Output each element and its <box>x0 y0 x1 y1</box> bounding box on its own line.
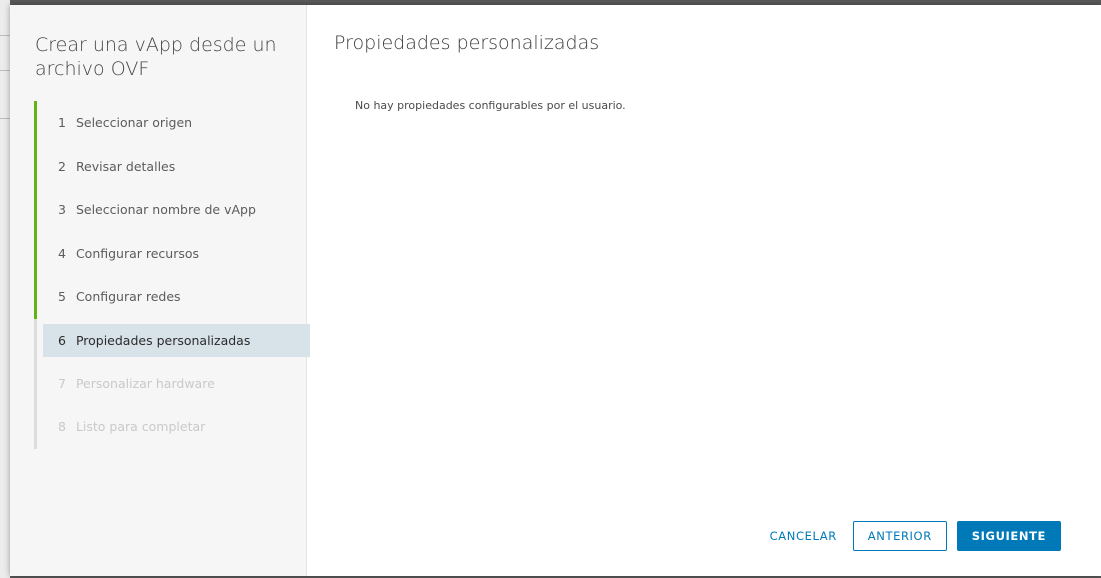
step-number: 8 <box>58 419 66 434</box>
wizard-step-2[interactable]: 2 Revisar detalles <box>34 144 310 189</box>
step-number: 7 <box>58 375 66 391</box>
wizard-footer: CANCELAR ANTERIOR SIGUIENTE <box>764 521 1061 551</box>
wizard-step-5[interactable]: 5 Configurar redes <box>34 275 310 319</box>
step-number: 6 <box>58 332 66 348</box>
wizard-content: Propiedades personalizadas No hay propie… <box>307 5 1101 576</box>
step-number: 4 <box>58 245 66 261</box>
wizard-step-8: 8 Listo para completar <box>37 405 310 449</box>
step-number: 2 <box>58 158 66 174</box>
empty-message: No hay propiedades configurables por el … <box>355 99 626 112</box>
cancel-button[interactable]: CANCELAR <box>764 521 843 551</box>
step-label: Seleccionar origen <box>75 115 193 130</box>
wizard-steps: 1 Seleccionar origen 2 Revisar detalles … <box>34 101 310 449</box>
step-number: 3 <box>58 202 66 217</box>
step-label: Listo para completar <box>75 419 206 434</box>
step-number: 5 <box>58 289 66 304</box>
wizard-sidebar: Crear una vApp desde un archivo OVF 1 Se… <box>10 5 310 576</box>
step-label: Personalizar hardware <box>75 375 215 391</box>
wizard-step-6[interactable]: 6 Propiedades personalizadas <box>43 323 310 357</box>
step-label: Revisar detalles <box>75 158 176 174</box>
background-divider <box>0 70 10 71</box>
step-label: Configurar redes <box>75 289 181 304</box>
step-number: 1 <box>58 115 66 130</box>
step-label: Propiedades personalizadas <box>75 332 251 348</box>
back-button[interactable]: ANTERIOR <box>852 521 947 551</box>
background-divider <box>0 118 10 119</box>
next-button[interactable]: SIGUIENTE <box>956 521 1061 551</box>
background-window-edge <box>0 0 10 578</box>
step-label: Configurar recursos <box>75 245 200 261</box>
wizard-modal: Crear una vApp desde un archivo OVF 1 Se… <box>10 5 1101 576</box>
wizard-step-1[interactable]: 1 Seleccionar origen <box>34 101 310 145</box>
page-title: Propiedades personalizadas <box>334 32 600 54</box>
wizard-step-7: 7 Personalizar hardware <box>37 362 310 406</box>
wizard-step-4[interactable]: 4 Configurar recursos <box>34 231 310 276</box>
step-label: Seleccionar nombre de vApp <box>75 202 256 217</box>
wizard-title: Crear una vApp desde un archivo OVF <box>35 34 277 80</box>
wizard-step-3[interactable]: 3 Seleccionar nombre de vApp <box>34 188 310 232</box>
background-divider <box>0 35 10 36</box>
